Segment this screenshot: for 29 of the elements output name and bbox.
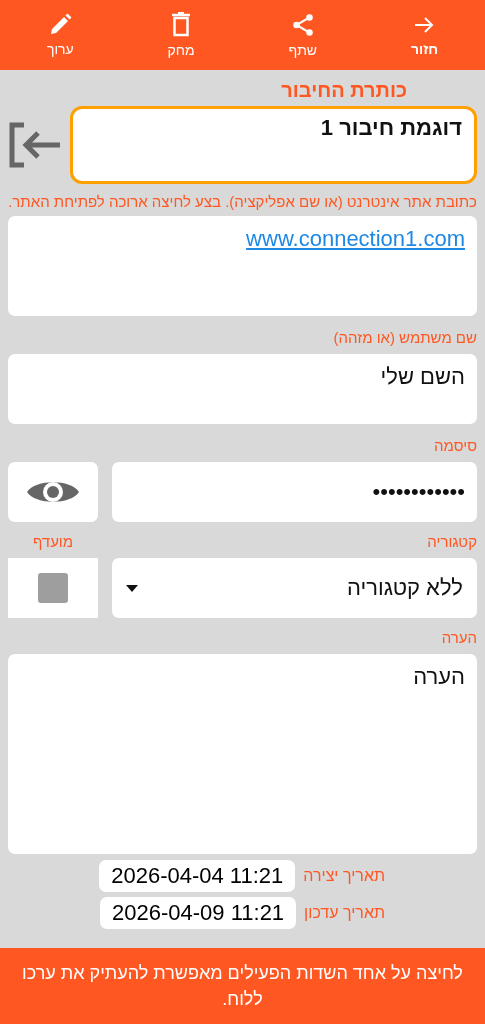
username-field[interactable]: השם שלי (8, 354, 477, 424)
title-field[interactable]: דוגמת חיבור 1 (70, 106, 477, 184)
field-label: סיסמה (433, 436, 477, 456)
field-label: שם משתמש (או מזהה) (332, 328, 477, 348)
toast-message: לחיצה על אחד השדות הפעילים מאפשרת להעתיק את ערכו ללוח. (0, 948, 485, 1024)
toolbar-button[interactable]: חזור (400, 9, 449, 61)
field-label: מועדף (31, 532, 75, 552)
date-label: תאריך עדכון (304, 904, 385, 922)
url-field[interactable]: www.connection1.com (8, 216, 477, 316)
caret-icon (126, 584, 138, 592)
url-link[interactable]: www.connection1.com (246, 226, 465, 251)
toolbar-button[interactable]: ערוך (36, 9, 84, 61)
category-dropdown[interactable]: ללא קטגוריה (112, 558, 477, 618)
show-password-button[interactable] (8, 462, 98, 522)
date-label: תאריך יצירה (303, 867, 385, 885)
field-label: כתובת אתר אינטרנט (או שם אפליקציה). בצע לחיצה ארוכה לפתיחת האתר. (8, 192, 477, 212)
field-label: הערה (440, 628, 477, 648)
pencil-icon (48, 13, 73, 37)
toolbar-button[interactable]: מחק (157, 8, 205, 62)
favorite-checkbox[interactable] (38, 573, 68, 603)
password-field[interactable]: •••••••••••• (112, 462, 477, 522)
note-field[interactable]: הערה (8, 654, 477, 854)
dropdown-value: ללא קטגוריה (347, 575, 463, 601)
login-icon[interactable] (8, 121, 62, 169)
field-label: כותרת החיבור (280, 80, 407, 100)
field-label: קטגוריה (427, 532, 477, 552)
date-value: 2026-04-04 11:21 (99, 860, 296, 892)
toolbar-button[interactable]: שתף (278, 8, 328, 62)
date-value: 2026-04-09 11:21 (100, 897, 297, 929)
